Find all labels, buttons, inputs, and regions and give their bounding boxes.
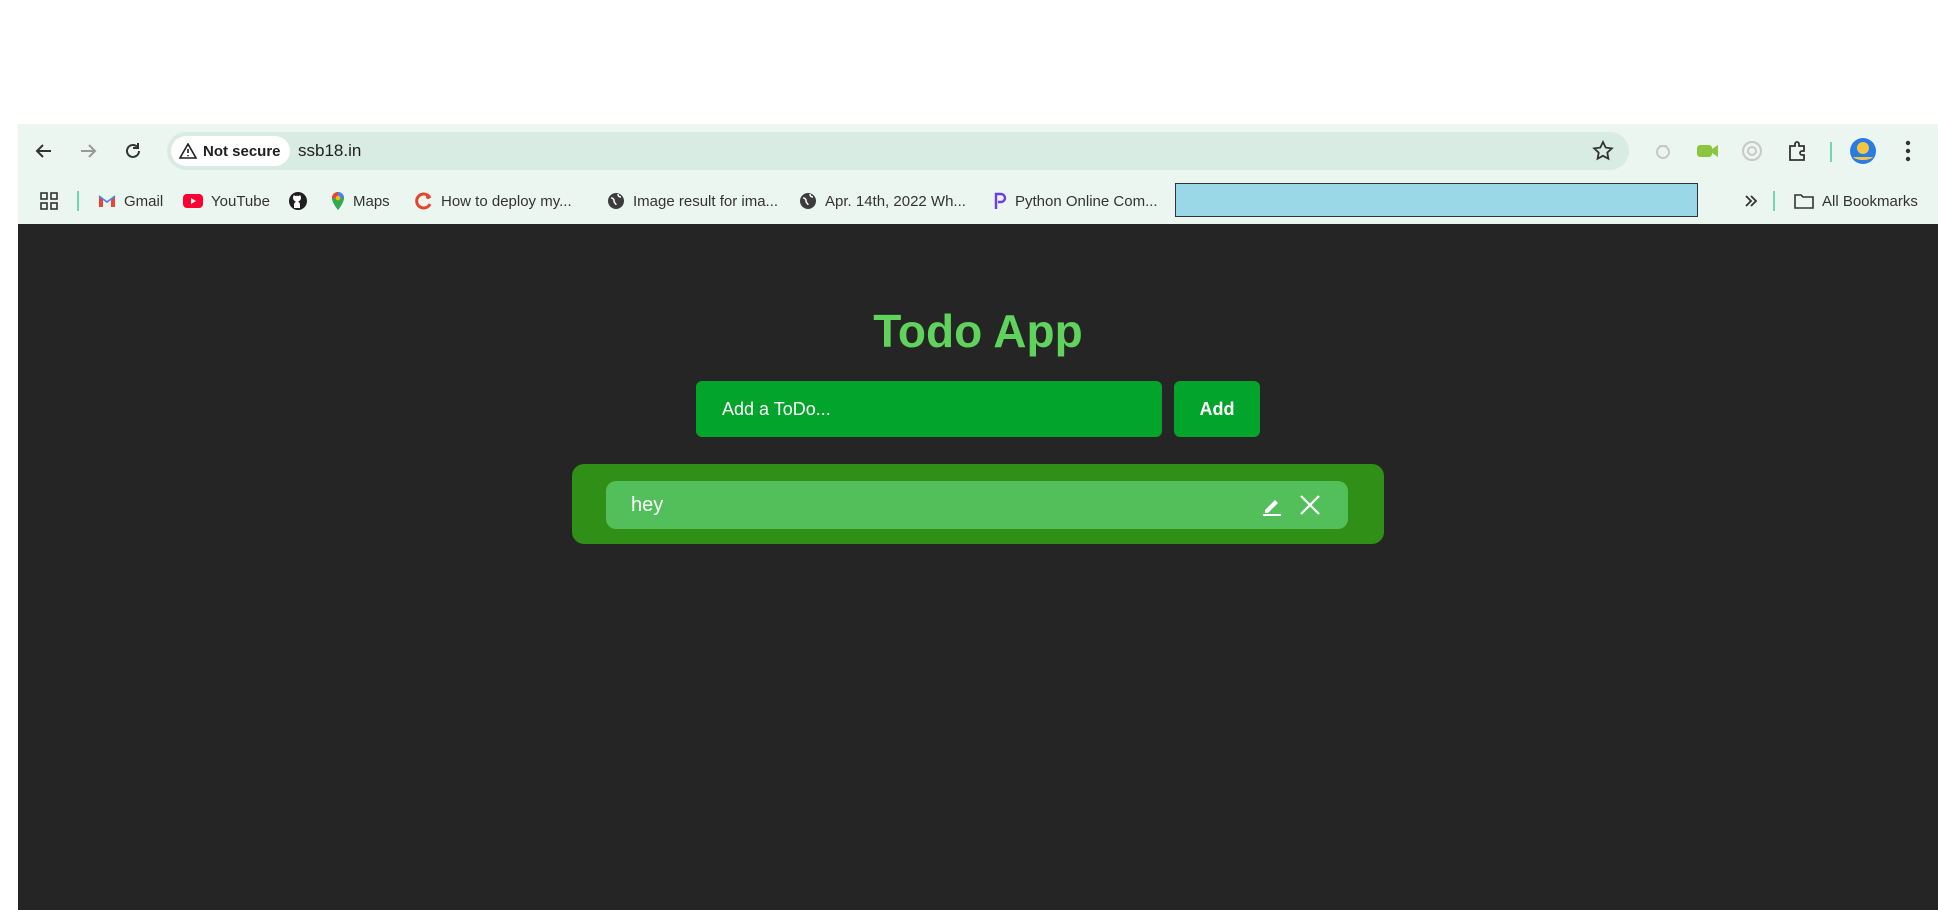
extension-1-icon[interactable]	[1649, 137, 1677, 165]
bookmarks-divider	[1773, 191, 1775, 211]
all-bookmarks-button[interactable]: All Bookmarks	[1794, 178, 1918, 224]
close-icon[interactable]	[1298, 493, 1322, 517]
browser-window: Not secure ssb18.in Gmail YouTube Maps H…	[18, 124, 1938, 910]
apps-grid-button[interactable]	[40, 178, 58, 224]
extension-2-icon[interactable]	[1738, 137, 1766, 165]
bookmark-label: Image result for ima...	[633, 192, 779, 210]
back-button[interactable]	[28, 135, 60, 167]
security-chip[interactable]: Not secure	[171, 136, 290, 166]
todo-text: hey	[631, 494, 664, 516]
bookmark-label: Python Online Com...	[1015, 192, 1158, 210]
bookmark-label: How to deploy my...	[441, 192, 572, 210]
bookmarks-divider	[77, 191, 79, 211]
bookmark-gmail[interactable]: Gmail	[98, 178, 163, 224]
highlighted-bookmark-region	[1175, 183, 1698, 217]
bookmark-python-online[interactable]: Python Online Com...	[993, 178, 1158, 224]
bookmark-label: Apr. 14th, 2022 Wh...	[825, 192, 966, 210]
warning-triangle-icon	[179, 143, 197, 159]
bookmark-youtube[interactable]: YouTube	[183, 178, 270, 224]
bookmark-apr-14th[interactable]: Apr. 14th, 2022 Wh...	[799, 178, 966, 224]
apps-grid-icon	[40, 192, 58, 210]
bookmark-image-result[interactable]: Image result for ima...	[607, 178, 778, 224]
reload-button[interactable]	[117, 135, 149, 167]
todo-list: hey	[572, 464, 1384, 544]
browser-toolbar: Not secure ssb18.in	[18, 124, 1938, 178]
reload-icon	[126, 143, 140, 158]
todo-input[interactable]	[696, 381, 1162, 437]
forward-arrow-icon	[81, 144, 97, 158]
bookmark-github[interactable]	[288, 178, 308, 224]
bookmark-label: YouTube	[211, 192, 270, 210]
bookmark-how-to-deploy[interactable]: How to deploy my...	[415, 178, 572, 224]
bookmarks-bar: Gmail YouTube Maps How to deploy my... I…	[18, 178, 1938, 224]
forward-button[interactable]	[72, 135, 104, 167]
star-icon[interactable]	[1591, 139, 1615, 163]
edit-pencil-icon[interactable]	[1261, 494, 1283, 516]
app-title: Todo App	[873, 305, 1083, 357]
site-icon	[994, 192, 1007, 209]
all-bookmarks-label: All Bookmarks	[1822, 192, 1918, 210]
profile-avatar-icon[interactable]	[1849, 137, 1877, 165]
gmail-icon	[98, 195, 116, 207]
globe-icon	[608, 193, 624, 209]
toolbar-divider	[1830, 142, 1832, 162]
site-icon	[415, 192, 432, 210]
back-arrow-icon	[35, 144, 51, 158]
todo-item: hey	[606, 481, 1348, 529]
globe-icon	[800, 193, 816, 209]
more-bookmarks-button[interactable]	[1744, 178, 1758, 224]
bookmark-label: Gmail	[124, 192, 164, 210]
extension-icon[interactable]	[1783, 137, 1811, 165]
security-label: Not secure	[203, 142, 281, 160]
url-text[interactable]: ssb18.in	[298, 132, 361, 170]
kebab-menu-icon[interactable]	[1894, 137, 1922, 165]
chevron-double-right-icon	[1745, 195, 1758, 207]
bookmark-label: Maps	[353, 192, 390, 210]
bookmark-maps[interactable]: Maps	[331, 178, 390, 224]
video-camera-icon[interactable]	[1694, 137, 1722, 165]
youtube-icon	[183, 194, 203, 208]
maps-icon	[332, 192, 344, 210]
page-content: Todo App Add hey	[18, 224, 1938, 910]
add-button[interactable]: Add	[1174, 381, 1260, 437]
folder-icon	[1794, 194, 1814, 209]
github-icon	[289, 192, 307, 210]
address-bar[interactable]: Not secure ssb18.in	[167, 132, 1629, 170]
